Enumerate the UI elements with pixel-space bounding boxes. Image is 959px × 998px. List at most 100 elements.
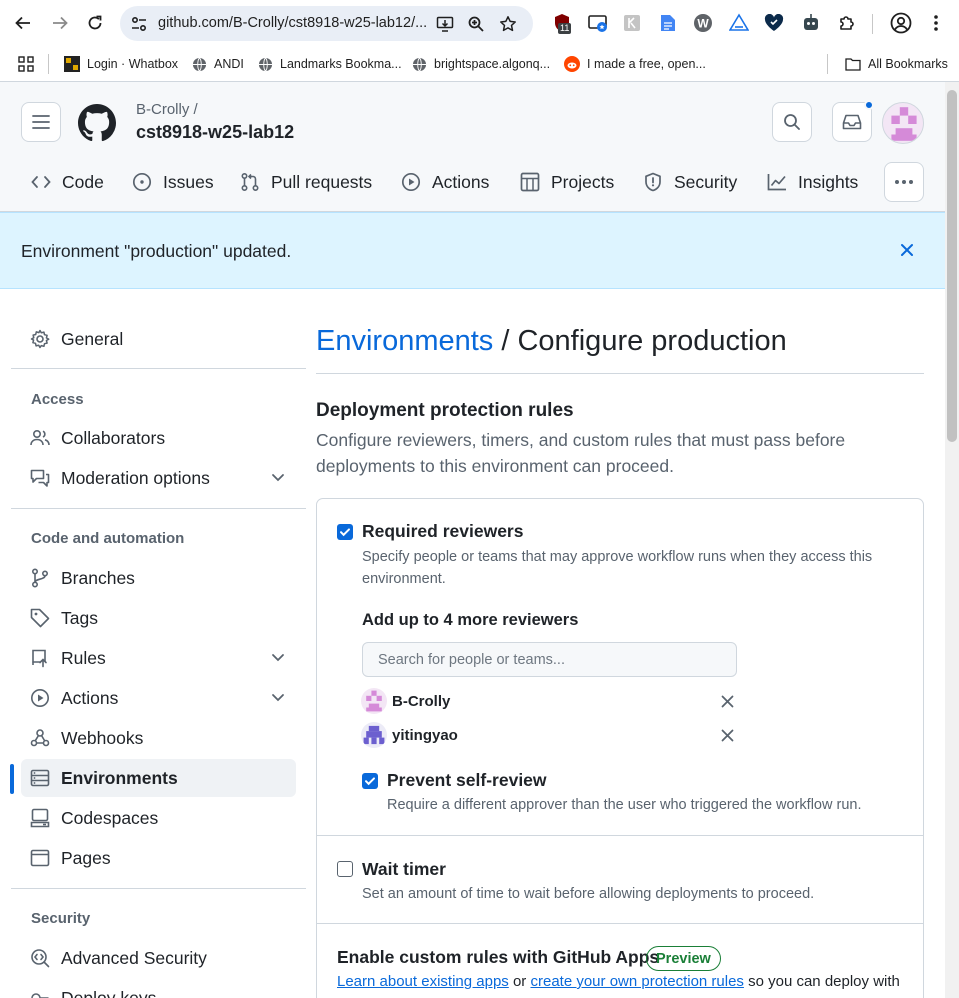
tab-pull-requests[interactable]: Pull requests <box>240 170 372 194</box>
search-button[interactable] <box>772 102 812 142</box>
pull-request-icon <box>241 172 259 192</box>
codespaces-icon <box>30 808 50 828</box>
repo-owner-link[interactable]: B-Crolly / <box>136 101 198 118</box>
sidebar-item-general[interactable]: General <box>21 320 296 358</box>
all-bookmarks[interactable]: All Bookmarks <box>845 54 948 74</box>
breadcrumb-environments-link[interactable]: Environments <box>316 325 493 357</box>
bookmark-brightspace[interactable]: brightspace.algonq... <box>411 54 550 74</box>
back-button[interactable] <box>11 11 35 35</box>
browser-menu-icon[interactable] <box>925 12 947 34</box>
sidebar-item-deploy-keys[interactable]: Deploy keys <box>21 979 296 998</box>
bookmark-andi[interactable]: ANDI <box>191 54 244 74</box>
sidebar-item-webhooks[interactable]: Webhooks <box>21 719 296 757</box>
sidebar-divider <box>11 368 306 369</box>
extension-grey-icon[interactable] <box>621 12 643 34</box>
sidebar-heading-security: Security <box>31 910 91 927</box>
bookmark-label: brightspace.algonq... <box>434 57 551 71</box>
search-icon <box>784 114 800 130</box>
apps-grid-icon[interactable] <box>18 54 34 74</box>
chevron-down-icon <box>272 474 284 482</box>
reload-button[interactable] <box>83 11 107 35</box>
bookmark-star-icon[interactable] <box>498 14 518 34</box>
address-bar[interactable]: github.com/B-Crolly/cst8918-w25-lab12/..… <box>120 6 533 41</box>
repo-name-link[interactable]: cst8918-w25-lab12 <box>136 122 294 143</box>
hamburger-icon <box>32 115 50 129</box>
sidebar-item-label: Webhooks <box>61 727 144 748</box>
sidebar-item-tags[interactable]: Tags <box>21 599 296 637</box>
sidebar-item-branches[interactable]: Branches <box>21 559 296 597</box>
bookmark-landmarks[interactable]: Landmarks Bookma... <box>257 54 402 74</box>
extension-ublock-icon[interactable]: 11 <box>551 12 573 34</box>
sidebar-item-rules[interactable]: Rules <box>21 639 296 677</box>
site-info-icon[interactable] <box>130 15 148 38</box>
chevron-down-icon <box>272 694 284 702</box>
remove-reviewer-button[interactable] <box>719 727 735 743</box>
tail-text: so you can deploy with <box>743 973 900 990</box>
prevent-self-review-label[interactable]: Prevent self-review <box>387 770 547 791</box>
install-app-icon[interactable] <box>435 14 455 34</box>
url-text[interactable]: github.com/B-Crolly/cst8918-w25-lab12/..… <box>158 15 427 31</box>
scrollbar-thumb[interactable] <box>947 90 957 442</box>
bookmarks-divider <box>827 54 828 74</box>
sidebar-heading-access: Access <box>31 391 84 408</box>
required-reviewers-checkbox[interactable] <box>337 524 353 540</box>
sidebar-item-advanced-security[interactable]: Advanced Security <box>21 939 296 977</box>
sidebar-item-environments[interactable]: Environments <box>21 759 296 797</box>
zoom-icon[interactable] <box>466 14 486 34</box>
tab-code[interactable]: Code <box>31 170 104 194</box>
sidebar-item-label: Actions <box>61 687 119 708</box>
wait-timer-label[interactable]: Wait timer <box>362 859 446 880</box>
tab-actions[interactable]: Actions <box>401 170 489 194</box>
forward-button[interactable] <box>48 11 72 35</box>
branch-icon <box>30 568 50 588</box>
prevent-self-review-checkbox[interactable] <box>362 773 378 789</box>
arrow-right-icon <box>53 16 68 30</box>
learn-existing-apps-link[interactable]: Learn about existing apps <box>337 973 509 990</box>
extension-w-icon[interactable]: W <box>692 12 714 34</box>
extension-heart-icon[interactable] <box>763 12 785 34</box>
profile-icon[interactable] <box>890 12 912 34</box>
extensions-puzzle-icon[interactable] <box>836 12 858 34</box>
required-reviewers-label[interactable]: Required reviewers <box>362 521 523 542</box>
reviewer-search-input[interactable] <box>363 643 736 676</box>
tab-projects[interactable]: Projects <box>520 170 614 194</box>
tab-insights[interactable]: Insights <box>767 170 858 194</box>
bookmark-label: Login · Whatbox <box>87 57 179 71</box>
globe-favicon <box>257 56 273 72</box>
sidebar-item-collaborators[interactable]: Collaborators <box>21 419 296 457</box>
bookmark-whatbox[interactable]: Login · Whatbox <box>64 54 178 74</box>
check-icon <box>365 777 375 786</box>
more-tabs-button[interactable] <box>884 162 924 202</box>
github-logo-icon[interactable] <box>78 104 116 142</box>
flash-close-button[interactable] <box>896 239 918 261</box>
extension-triangle-icon[interactable] <box>728 12 750 34</box>
sidebar-item-pages[interactable]: Pages <box>21 839 296 877</box>
check-icon <box>340 528 350 537</box>
avatar[interactable] <box>882 102 924 144</box>
sidebar-item-actions[interactable]: Actions <box>21 679 296 717</box>
breadcrumb-current: Configure production <box>517 325 787 357</box>
extension-screen-icon[interactable] <box>587 12 609 34</box>
bookmarks-divider <box>48 54 49 74</box>
flash-banner: Environment "production" updated. <box>0 212 945 289</box>
tab-issues[interactable]: Issues <box>132 170 214 194</box>
bookmark-reddit[interactable]: I made a free, open... <box>564 54 706 74</box>
tab-security[interactable]: Security <box>643 170 737 194</box>
hamburger-button[interactable] <box>21 102 61 142</box>
create-protection-rules-link[interactable]: create your own protection rules <box>530 973 743 990</box>
sidebar-item-codespaces[interactable]: Codespaces <box>21 799 296 837</box>
wait-timer-checkbox[interactable] <box>337 861 353 877</box>
reviewer-name: B-Crolly <box>392 692 451 710</box>
extension-docs-icon[interactable] <box>657 12 679 34</box>
reviewer-search-field[interactable] <box>362 642 737 677</box>
reviewer-avatar <box>361 688 387 714</box>
sidebar-heading-code-automation: Code and automation <box>31 530 185 547</box>
breadcrumb-separator: / <box>493 325 518 357</box>
extension-bot-icon[interactable] <box>800 12 822 34</box>
rule-divider <box>317 835 923 836</box>
sidebar-item-moderation[interactable]: Moderation options <box>21 459 296 497</box>
close-icon <box>721 729 733 741</box>
remove-reviewer-button[interactable] <box>719 693 735 709</box>
sidebar-item-label: Branches <box>61 567 135 588</box>
globe-favicon <box>411 56 427 72</box>
